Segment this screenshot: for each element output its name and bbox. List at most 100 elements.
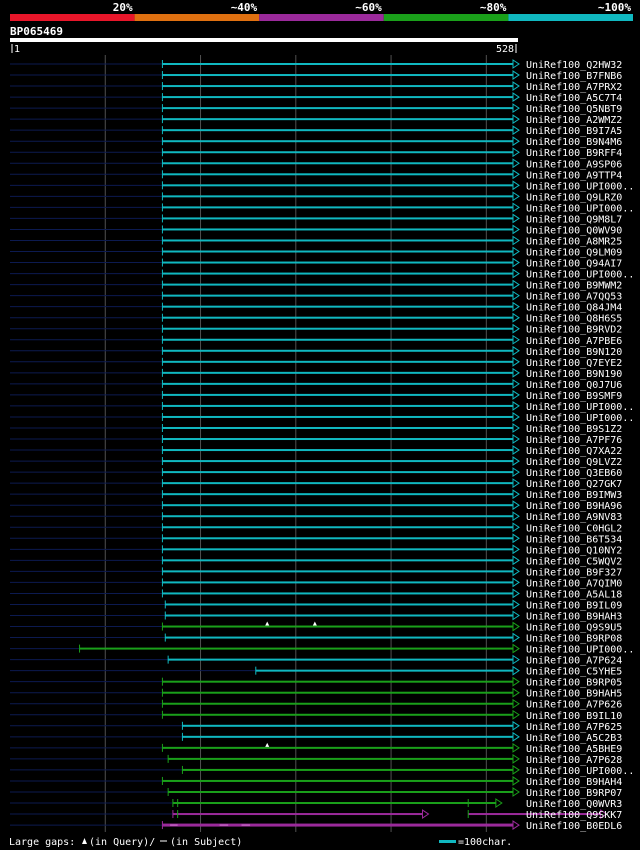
hit-label[interactable]: UniRef100_B9HA96 [526, 501, 622, 512]
hit-aligned-bar [165, 603, 513, 606]
hit-label[interactable]: UniRef100_Q0WV90 [526, 225, 622, 236]
hit-label[interactable]: UniRef100_A8MR25 [526, 236, 622, 247]
gaps-in-subject-label: (in Subject) [170, 837, 242, 848]
hit-label[interactable]: UniRef100_B9RFF4 [526, 148, 622, 159]
hit-aligned-bar [162, 228, 513, 231]
hit-label[interactable]: UniRef100_UPI000.. [526, 766, 634, 777]
hit-label[interactable]: UniRef100_C5WQV2 [526, 556, 622, 567]
hit-label[interactable]: UniRef100_C5YHE5 [526, 667, 622, 678]
hit-label[interactable]: UniRef100_A5AL18 [526, 589, 622, 600]
hit-label[interactable]: UniRef100_Q9LRZ0 [526, 192, 622, 203]
hit-label[interactable]: UniRef100_B9HAH4 [526, 777, 622, 788]
hit-label[interactable]: UniRef100_B0EDL6 [526, 821, 622, 832]
hit-label[interactable]: UniRef100_UPI000.. [526, 270, 634, 281]
hit-label[interactable]: UniRef100_Q0WVR3 [526, 799, 622, 810]
hit-label[interactable]: UniRef100_Q9M8L7 [526, 214, 622, 225]
hit-label[interactable]: UniRef100_UPI000.. [526, 181, 634, 192]
hit-end-arrow [512, 345, 520, 356]
hit-label[interactable]: UniRef100_A7QQ53 [526, 292, 622, 303]
hit-end-arrow [512, 665, 520, 676]
hit-row: UniRef100_Q9SKK7 [10, 809, 622, 821]
hit-label[interactable]: UniRef100_A2WMZ2 [526, 115, 622, 126]
hit-end-arrow [512, 555, 520, 566]
hit-label[interactable]: UniRef100_B9RP08 [526, 634, 622, 645]
hit-aligned-bar [162, 338, 513, 341]
hit-end-arrow [512, 136, 520, 147]
hit-label[interactable]: UniRef100_Q8H6S5 [526, 314, 622, 325]
hit-label[interactable]: UniRef100_B9HAH5 [526, 689, 622, 700]
hit-row: UniRef100_Q9S9U5 [10, 621, 622, 634]
hit-label[interactable]: UniRef100_B9MWM2 [526, 281, 622, 292]
hit-label[interactable]: UniRef100_B9SMF9 [526, 391, 622, 402]
hit-label[interactable]: UniRef100_B9IL10 [526, 711, 622, 722]
hit-label[interactable]: UniRef100_Q10NY2 [526, 545, 622, 556]
hit-label[interactable]: UniRef100_B6T534 [526, 534, 622, 545]
hit-end-arrow [512, 400, 520, 411]
hit-aligned-bar [162, 482, 513, 485]
hit-end-arrow [512, 698, 520, 709]
hit-aligned-bar [162, 283, 513, 286]
hit-label[interactable]: UniRef100_A7P626 [526, 700, 622, 711]
hit-label[interactable]: UniRef100_B7FNB6 [526, 71, 622, 82]
hit-label[interactable]: UniRef100_A7P625 [526, 722, 622, 733]
hit-aligned-bar [168, 658, 514, 661]
hit-label[interactable]: UniRef100_B9RP07 [526, 788, 622, 799]
hit-aligned-bar [165, 636, 513, 639]
hit-label[interactable]: UniRef100_A5C7T4 [526, 93, 622, 104]
hit-label[interactable]: UniRef100_B9F327 [526, 567, 622, 578]
hit-aligned-bar [162, 426, 513, 429]
hit-label[interactable]: UniRef100_UPI000.. [526, 203, 634, 214]
hit-label[interactable]: UniRef100_Q9LVZ2 [526, 457, 622, 468]
hit-end-arrow [512, 566, 520, 577]
hit-label[interactable]: UniRef100_B9IL09 [526, 600, 622, 611]
hit-label[interactable]: UniRef100_UPI000.. [526, 413, 634, 424]
hit-label[interactable]: UniRef100_A5C2B3 [526, 733, 622, 744]
hit-label[interactable]: UniRef100_B9I7A5 [526, 126, 622, 137]
hit-label[interactable]: UniRef100_Q9SKK7 [526, 810, 622, 821]
hit-label[interactable]: UniRef100_A7PRX2 [526, 82, 622, 93]
hit-label[interactable]: UniRef100_UPI000.. [526, 645, 634, 656]
hit-label[interactable]: UniRef100_A7PF76 [526, 435, 622, 446]
hit-label[interactable]: UniRef100_B9RVD2 [526, 325, 622, 336]
hit-label[interactable]: UniRef100_B9N120 [526, 347, 622, 358]
hit-label[interactable]: UniRef100_A5BHE9 [526, 744, 622, 755]
hit-aligned-bar [162, 316, 513, 319]
hit-label[interactable]: UniRef100_A9TTP4 [526, 170, 622, 181]
hit-label[interactable]: UniRef100_C0HGL2 [526, 523, 622, 534]
hit-label[interactable]: UniRef100_A7QIM0 [526, 578, 622, 589]
hit-row: UniRef100_Q7EYE2 [10, 356, 622, 369]
hit-label[interactable]: UniRef100_Q9S9U5 [526, 623, 622, 634]
hit-label[interactable]: UniRef100_B9IMW3 [526, 490, 622, 501]
hit-label[interactable]: UniRef100_B9N4M6 [526, 137, 622, 148]
hit-end-arrow [512, 279, 520, 290]
hit-label[interactable]: UniRef100_A7P624 [526, 656, 622, 667]
hit-label[interactable]: UniRef100_A7PBE6 [526, 336, 622, 347]
hit-label[interactable]: UniRef100_Q7EYE2 [526, 358, 622, 369]
hit-label[interactable]: UniRef100_Q27GK7 [526, 479, 622, 490]
hit-aligned-bar [162, 162, 513, 165]
hit-row: UniRef100_B9N4M6 [10, 136, 622, 148]
hit-label[interactable]: UniRef100_B9RP05 [526, 678, 622, 689]
hit-label[interactable]: UniRef100_Q3EB60 [526, 468, 622, 479]
hit-end-arrow [512, 621, 520, 632]
hit-label[interactable]: UniRef100_Q5NBT9 [526, 104, 622, 115]
hit-label[interactable]: UniRef100_Q94AI7 [526, 259, 622, 270]
hit-label[interactable]: UniRef100_Q84JM4 [526, 303, 622, 314]
hit-label[interactable]: UniRef100_A9SP06 [526, 159, 622, 170]
hit-label[interactable]: UniRef100_UPI000.. [526, 402, 634, 413]
hit-label[interactable]: UniRef100_B9N190 [526, 369, 622, 380]
hit-label[interactable]: UniRef100_Q7XA22 [526, 446, 622, 457]
hit-end-arrow [512, 489, 520, 500]
hit-label[interactable]: UniRef100_B9HAH3 [526, 612, 622, 623]
hit-label[interactable]: UniRef100_A7P628 [526, 755, 622, 766]
hit-label[interactable]: UniRef100_B9S1Z2 [526, 424, 622, 435]
hit-end-arrow [512, 235, 520, 246]
hit-label[interactable]: UniRef100_Q9LM09 [526, 248, 622, 259]
hit-aligned-bar [162, 261, 513, 264]
hit-label[interactable]: UniRef100_Q0J7U6 [526, 380, 622, 391]
hit-row: UniRef100_B9I7A5 [10, 125, 622, 137]
hit-aligned-bar [162, 349, 513, 352]
hit-end-arrow [512, 456, 520, 467]
hit-label[interactable]: UniRef100_Q2HW32 [526, 60, 622, 71]
hit-label[interactable]: UniRef100_A9NV83 [526, 512, 622, 523]
